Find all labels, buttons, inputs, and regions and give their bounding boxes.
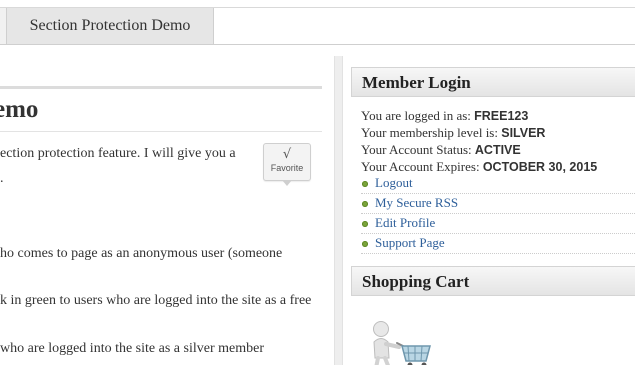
- sidebar-item-logout[interactable]: Logout: [361, 174, 635, 194]
- shopping-cart-title: Shopping Cart: [351, 266, 635, 296]
- account-status-label: Your Account Status:: [361, 142, 472, 157]
- favorite-label: Favorite: [270, 163, 304, 173]
- secure-rss-link[interactable]: My Secure RSS: [375, 194, 458, 212]
- logged-in-label: You are logged in as:: [361, 108, 471, 123]
- top-navigation: Section Protection Demo: [0, 7, 635, 45]
- sidebar-item-edit-profile[interactable]: Edit Profile: [361, 214, 635, 234]
- column-divider: [334, 56, 343, 365]
- favorite-tail: [282, 180, 292, 186]
- account-expires-value: OCTOBER 30, 2015: [482, 160, 598, 174]
- sidebar-item-secure-rss[interactable]: My Secure RSS: [361, 194, 635, 214]
- intro-text-line-2: .: [0, 171, 4, 186]
- logged-in-as: You are logged in as: FREE123: [361, 107, 528, 125]
- green-bullet-icon: [362, 241, 368, 247]
- support-page-link[interactable]: Support Page: [375, 234, 445, 252]
- title-divider: [0, 131, 322, 132]
- main-content: emo ection protection feature. I will gi…: [0, 56, 334, 365]
- intro-text-line-1: ection protection feature. I will give y…: [0, 146, 236, 161]
- edit-profile-link[interactable]: Edit Profile: [375, 214, 435, 232]
- membership-level: Your membership level is: SILVER: [361, 124, 545, 142]
- page-title: emo: [0, 96, 39, 123]
- account-status-value: ACTIVE: [474, 143, 521, 157]
- content-top-divider: [0, 86, 322, 89]
- sidebar: Member Login You are logged in as: FREE1…: [343, 56, 635, 365]
- green-bullet-icon: [362, 221, 368, 227]
- account-status: Your Account Status: ACTIVE: [361, 141, 521, 159]
- account-expires-label: Your Account Expires:: [361, 159, 480, 174]
- membership-level-value: SILVER: [501, 126, 546, 140]
- member-login-title: Member Login: [351, 67, 635, 97]
- silver-member-text: who are logged into the site as a silver…: [0, 341, 264, 356]
- green-bullet-icon: [362, 181, 368, 187]
- checkmark-icon: √: [282, 147, 292, 162]
- logout-link[interactable]: Logout: [375, 174, 413, 192]
- favorite-button[interactable]: √ Favorite: [263, 143, 311, 186]
- shopping-cart-figure-icon: [373, 321, 431, 365]
- logged-in-username: FREE123: [474, 109, 529, 123]
- sidebar-item-support-page[interactable]: Support Page: [361, 234, 635, 254]
- green-bullet-icon: [362, 201, 368, 207]
- free-member-text: k in green to users who are logged into …: [0, 293, 312, 308]
- anonymous-user-text: ho comes to page as an anonymous user (s…: [0, 246, 283, 261]
- nav-tab-section-protection-demo[interactable]: Section Protection Demo: [6, 8, 214, 44]
- membership-level-label: Your membership level is:: [361, 125, 498, 140]
